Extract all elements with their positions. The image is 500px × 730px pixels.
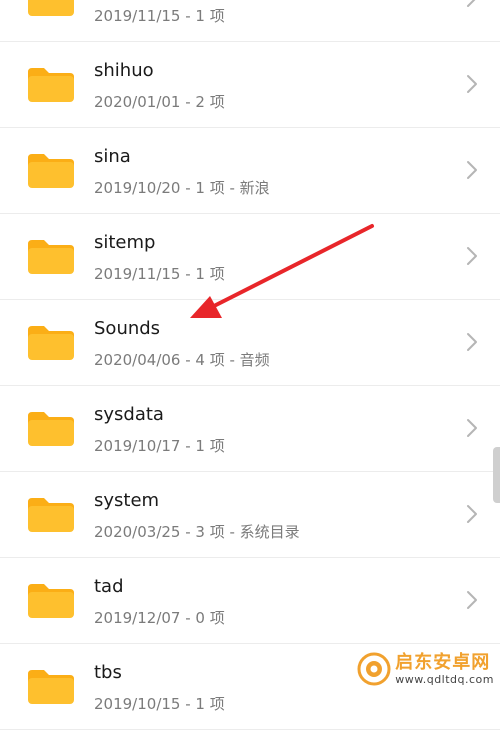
folder-icon bbox=[28, 240, 74, 274]
folder-icon bbox=[28, 154, 74, 188]
site-watermark: 启东安卓网 www.qdltdq.com bbox=[357, 652, 494, 686]
folder-meta: 2019/10/20 - 1 项 - 新浪 bbox=[94, 179, 270, 197]
chevron-right-icon bbox=[467, 161, 477, 179]
folder-row[interactable]: system 2020/03/25 - 3 项 - 系统目录 bbox=[0, 472, 500, 558]
folder-name: shihuo bbox=[94, 60, 154, 81]
folder-row[interactable]: sysdata 2019/10/17 - 1 项 bbox=[0, 386, 500, 472]
folder-icon bbox=[28, 584, 74, 618]
folder-icon bbox=[28, 68, 74, 102]
folder-row[interactable]: 2019/11/15 - 1 项 bbox=[0, 0, 500, 42]
folder-icon bbox=[28, 412, 74, 446]
folder-row[interactable]: tad 2019/12/07 - 0 项 bbox=[0, 558, 500, 644]
chevron-right-icon bbox=[467, 75, 477, 93]
folder-meta: 2019/11/15 - 1 项 bbox=[94, 265, 225, 283]
chevron-right-icon bbox=[467, 333, 477, 351]
folder-row[interactable]: shihuo 2020/01/01 - 2 项 bbox=[0, 42, 500, 128]
folder-meta: 2019/12/07 - 0 项 bbox=[94, 609, 225, 627]
folder-list: 2019/11/15 - 1 项 shihuo 2020/01/01 - 2 项… bbox=[0, 0, 500, 730]
chevron-right-icon bbox=[467, 591, 477, 609]
folder-icon bbox=[28, 670, 74, 704]
folder-meta: 2020/01/01 - 2 项 bbox=[94, 93, 225, 111]
folder-row[interactable]: Sounds 2020/04/06 - 4 项 - 音频 bbox=[0, 300, 500, 386]
folder-meta: 2020/04/06 - 4 项 - 音频 bbox=[94, 351, 270, 369]
watermark-logo-icon bbox=[357, 652, 391, 686]
folder-meta: 2020/03/25 - 3 项 - 系统目录 bbox=[94, 523, 300, 541]
folder-icon bbox=[28, 0, 74, 16]
folder-name: Sounds bbox=[94, 318, 161, 339]
watermark-url: www.qdltdq.com bbox=[395, 672, 494, 686]
folder-name: sina bbox=[94, 146, 131, 167]
folder-meta: 2019/11/15 - 1 项 bbox=[94, 7, 225, 25]
folder-meta: 2019/10/17 - 1 项 bbox=[94, 437, 225, 455]
folder-name: tad bbox=[94, 576, 124, 597]
watermark-title: 启东安卓网 bbox=[395, 651, 491, 673]
folder-meta: 2019/10/15 - 1 项 bbox=[94, 695, 225, 713]
folder-row[interactable]: sitemp 2019/11/15 - 1 项 bbox=[0, 214, 500, 300]
folder-name: sitemp bbox=[94, 232, 156, 253]
folder-name: tbs bbox=[94, 662, 122, 683]
scrollbar-thumb[interactable] bbox=[493, 447, 500, 503]
folder-row[interactable]: sina 2019/10/20 - 1 项 - 新浪 bbox=[0, 128, 500, 214]
folder-name: sysdata bbox=[94, 404, 164, 425]
folder-name: system bbox=[94, 490, 160, 511]
chevron-right-icon bbox=[467, 0, 476, 7]
folder-icon bbox=[28, 326, 74, 360]
chevron-right-icon bbox=[467, 505, 477, 523]
chevron-right-icon bbox=[467, 247, 477, 265]
folder-icon bbox=[28, 498, 74, 532]
chevron-right-icon bbox=[467, 419, 477, 437]
